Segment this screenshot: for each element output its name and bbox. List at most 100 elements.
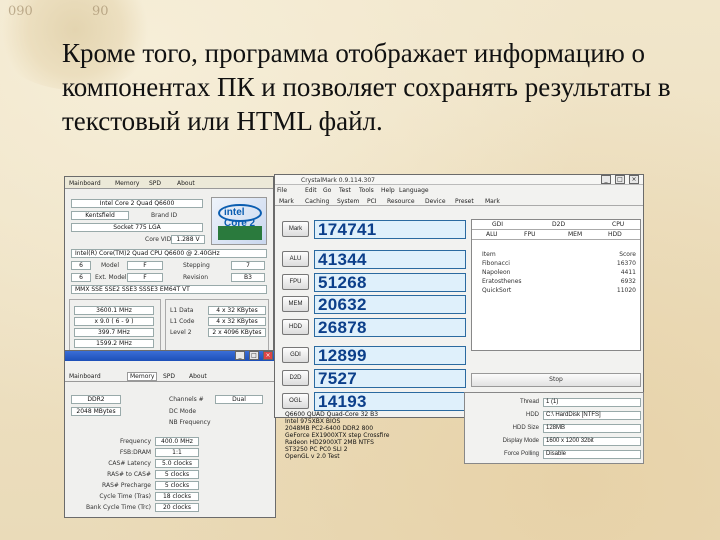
bus-speed-value: 399.7 MHz xyxy=(74,328,154,337)
l1-data-value: 4 x 32 KBytes xyxy=(208,306,266,315)
info-table: Item Score Fibonacci 16370 Napoleon 4411 Erato… xyxy=(482,250,636,310)
cpuz-memory-window: _ □ × Mainboard Memory SPD About DDR2 20… xyxy=(64,350,276,518)
bench-button-gdi[interactable]: GDI xyxy=(282,347,309,363)
ext-model-value: F xyxy=(127,273,163,282)
menu-language[interactable]: Language xyxy=(399,187,429,194)
menu-tools[interactable]: Tools xyxy=(359,187,374,194)
tab-spd[interactable]: SPD xyxy=(149,180,161,187)
info-row: QuickSort 11020 xyxy=(482,286,636,295)
settings-row: HDD Size 128MB xyxy=(465,423,643,435)
l1-code-label: L1 Code xyxy=(170,318,195,325)
memory-size-value: 2048 MBytes xyxy=(71,407,121,416)
setting-select[interactable]: C:\ HardDisk [NTFS] xyxy=(543,411,641,420)
setting-select[interactable]: 1600 x 1200 32bit xyxy=(543,437,641,446)
info-label: QuickSort xyxy=(482,287,512,294)
timing-value: 5 clocks xyxy=(155,470,199,479)
menu-go[interactable]: Go xyxy=(323,187,331,194)
setting-select[interactable]: Disable xyxy=(543,450,641,459)
timing-row: CAS# Latency 5.0 clocks xyxy=(67,459,275,470)
l1-code-value: 4 x 32 KBytes xyxy=(208,317,266,326)
stop-button[interactable]: Stop xyxy=(471,373,641,387)
system-line: Radeon HD2900XT 2MB NTFS xyxy=(285,439,374,446)
model-value: F xyxy=(127,261,163,270)
setting-select[interactable]: 128MB xyxy=(543,424,641,433)
info-label: Fibonacci xyxy=(482,260,510,267)
tab-mainboard[interactable]: Mainboard xyxy=(69,373,101,380)
memory-tab-bar: Mainboard Memory SPD About xyxy=(65,371,275,382)
timing-row: RAS# Precharge 5 clocks xyxy=(67,481,275,492)
level2-value: 2 x 4096 KBytes xyxy=(208,328,266,337)
tab-hdd[interactable]: HDD xyxy=(608,231,622,238)
info-row: Item Score xyxy=(482,250,636,259)
tab-d2d[interactable]: D2D xyxy=(552,221,565,228)
tab-gdi[interactable]: GDI xyxy=(492,221,503,228)
tab-mem[interactable]: MEM xyxy=(568,231,582,238)
bench-button-d2d[interactable]: D2D xyxy=(282,370,309,386)
minimize-icon[interactable]: _ xyxy=(235,351,245,360)
menu-bar: File Edit Go Test Tools Help Language xyxy=(275,185,643,194)
info-label: Eratosthenes xyxy=(482,278,522,285)
tab-caching[interactable]: Caching xyxy=(305,198,329,205)
timing-row: RAS# to CAS# 5 clocks xyxy=(67,470,275,481)
timing-value: 18 clocks xyxy=(155,492,199,501)
maximize-icon[interactable]: □ xyxy=(249,351,259,360)
cache-group: L1 Data 4 x 32 KBytes L1 Code 4 x 32 KBy… xyxy=(165,299,269,353)
tab-mark-2[interactable]: Mark xyxy=(485,198,500,205)
tab-preset[interactable]: Preset xyxy=(455,198,474,205)
tab-fpu[interactable]: FPU xyxy=(524,231,535,238)
tab-cpu[interactable]: CPU xyxy=(612,221,624,228)
crystalmark-titlebar: CrystalMark 0.9.114.307 _ □ × xyxy=(275,175,643,185)
package-value: Socket 775 LGA xyxy=(71,223,203,232)
bench-button-ogl[interactable]: OGL xyxy=(282,393,309,409)
bench-button-fpu[interactable]: FPU xyxy=(282,274,309,290)
settings-row: Display Mode 1600 x 1200 32bit xyxy=(465,436,643,448)
core-speed-value: 3600.1 MHz xyxy=(74,306,154,315)
menu-help[interactable]: Help xyxy=(381,187,395,194)
menu-test[interactable]: Test xyxy=(339,187,351,194)
tab-mark[interactable]: Mark xyxy=(279,198,294,205)
score-fpu: 51268 xyxy=(314,273,466,292)
system-lines: Q6600 QUAD Quad-Core 32 B3 Intel 975XBX B… xyxy=(285,411,463,463)
system-line: Q6600 QUAD Quad-Core 32 B3 xyxy=(285,411,379,418)
tab-device[interactable]: Device xyxy=(425,198,446,205)
minimize-icon[interactable]: _ xyxy=(601,175,611,184)
timing-row: Bank Cycle Time (Trc) 20 clocks xyxy=(67,503,275,514)
info-value: 16370 xyxy=(616,260,636,267)
cpuz-cpu-window: Mainboard Memory SPD About Intel Core 2 … xyxy=(64,176,274,356)
score-d2d: 7527 xyxy=(314,369,466,388)
tab-mainboard[interactable]: Mainboard xyxy=(69,180,101,187)
menu-file[interactable]: File xyxy=(277,187,287,194)
bench-button-alu[interactable]: ALU xyxy=(282,251,309,267)
score-hdd: 26878 xyxy=(314,318,466,337)
info-value: 4411 xyxy=(620,269,636,276)
bench-button-mark[interactable]: Mark xyxy=(282,221,309,237)
dc-mode-label: DC Mode xyxy=(169,408,197,415)
tab-system[interactable]: System xyxy=(337,198,359,205)
memory-type-value: DDR2 xyxy=(71,395,121,404)
close-icon[interactable]: × xyxy=(629,175,639,184)
bench-button-mem[interactable]: MEM xyxy=(282,296,309,312)
maximize-icon[interactable]: □ xyxy=(615,175,625,184)
info-value: 6932 xyxy=(620,278,636,285)
cpuz-tab-bar: Mainboard Memory SPD About xyxy=(65,177,273,189)
tab-memory-active[interactable]: Memory xyxy=(127,372,158,381)
tab-about[interactable]: About xyxy=(189,373,207,380)
close-icon[interactable]: × xyxy=(263,351,273,360)
setting-select[interactable]: 1 (1) xyxy=(543,398,641,407)
brand-id-label: Brand ID xyxy=(151,212,178,219)
tab-spd[interactable]: SPD xyxy=(163,373,175,380)
timing-value: 1:1 xyxy=(155,448,199,457)
tab-alu[interactable]: ALU xyxy=(486,231,498,238)
tab-memory[interactable]: Memory xyxy=(115,180,139,187)
menu-edit[interactable]: Edit xyxy=(305,187,317,194)
info-row: Fibonacci 16370 xyxy=(482,259,636,268)
voltage-label: Core VID xyxy=(145,236,172,243)
setting-label: Force Polling xyxy=(503,451,539,457)
bench-button-hdd[interactable]: HDD xyxy=(282,319,309,335)
l1-data-label: L1 Data xyxy=(170,307,194,314)
tab-pci[interactable]: PCI xyxy=(367,198,377,205)
score-mark: 174741 xyxy=(314,220,466,239)
family-value: 6 xyxy=(71,261,91,270)
tab-about[interactable]: About xyxy=(177,180,195,187)
tab-resource[interactable]: Resource xyxy=(387,198,415,205)
